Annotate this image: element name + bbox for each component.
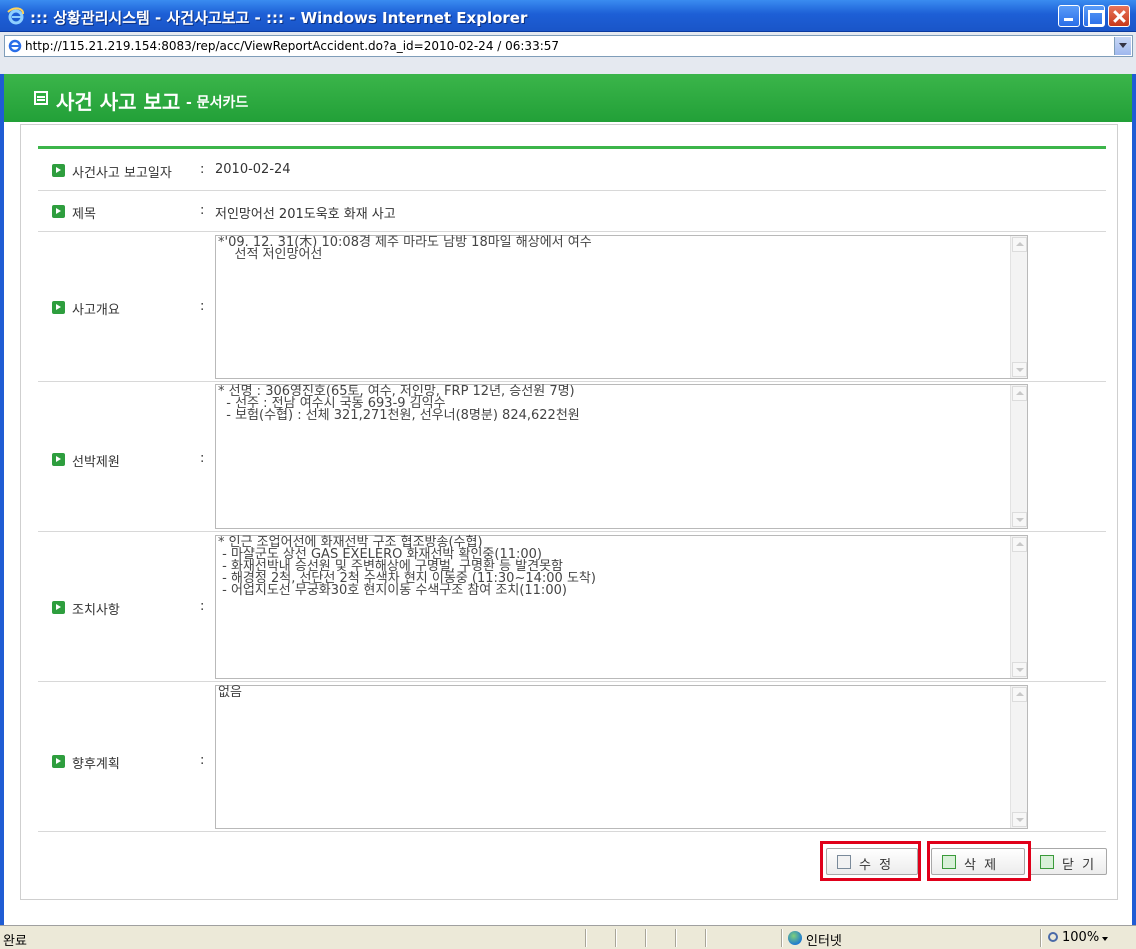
close-window-button[interactable]	[1108, 5, 1130, 27]
url-field[interactable]: http://115.21.219.154:8083/rep/acc/ViewR…	[4, 35, 1133, 57]
address-bar: http://115.21.219.154:8083/rep/acc/ViewR…	[0, 32, 1136, 74]
status-separator	[675, 929, 677, 947]
textarea-vessel[interactable]: * 선명 : 306영진호(65토, 여수, 저인망, FRP 12년, 승선원…	[215, 384, 1028, 529]
status-separator	[645, 929, 647, 947]
status-separator	[615, 929, 617, 947]
bullet-arrow-icon	[52, 755, 65, 768]
internet-explorer-icon	[7, 7, 25, 25]
status-text: 완료	[3, 934, 27, 949]
window-frame-right	[1132, 74, 1136, 925]
scroll-up-arrow-icon[interactable]	[1012, 687, 1027, 702]
scrollbar[interactable]	[1010, 385, 1027, 528]
scroll-down-arrow-icon[interactable]	[1012, 362, 1027, 377]
bullet-arrow-icon	[52, 164, 65, 177]
scroll-down-arrow-icon[interactable]	[1012, 812, 1027, 827]
label-report-date: 사건사고 보고일자	[72, 166, 172, 181]
label-subject: 제목	[72, 207, 96, 222]
scroll-up-arrow-icon[interactable]	[1012, 237, 1027, 252]
actions-text: * 인근 조업어선에 화재선박 구조 협조방송(수협) - 마샬군도 상선 GA…	[218, 535, 596, 598]
bullet-arrow-icon	[52, 453, 65, 466]
window-title: ::: 상황관리시스템 - 사건사고보고 - ::: - Windows Int…	[30, 9, 528, 27]
page-title: 사건 사고 보고	[56, 90, 181, 114]
value-subject: 저인망어선 201도욱호 화재 사고	[215, 207, 396, 222]
label-plan: 향후계획	[72, 757, 120, 772]
label-summary: 사고개요	[72, 303, 120, 318]
colon: :	[200, 299, 205, 314]
edit-highlight-box	[820, 841, 921, 881]
document-icon	[34, 91, 48, 105]
value-report-date: 2010-02-24	[215, 162, 291, 177]
globe-icon	[788, 931, 802, 945]
scrollbar[interactable]	[1010, 686, 1027, 828]
zoom-icon	[1048, 932, 1058, 942]
vessel-text: * 선명 : 306영진호(65토, 여수, 저인망, FRP 12년, 승선원…	[218, 384, 580, 423]
window-titlebar[interactable]: ::: 상황관리시스템 - 사건사고보고 - ::: - Windows Int…	[0, 0, 1136, 32]
window-frame-left	[0, 74, 4, 925]
row-subject: 제목 : 저인망어선 201도욱호 화재 사고	[38, 191, 1106, 232]
page-subtitle: - 문서카드	[186, 95, 249, 111]
status-separator	[781, 929, 783, 947]
colon: :	[200, 599, 205, 614]
address-dropdown-button[interactable]	[1114, 37, 1131, 55]
close-button-label: 닫 기	[1062, 858, 1097, 873]
textarea-summary[interactable]: *'09. 12. 31(木) 10:08경 제주 마라도 남방 18마일 해상…	[215, 235, 1028, 379]
label-vessel: 선박제원	[72, 455, 120, 470]
scroll-up-arrow-icon[interactable]	[1012, 537, 1027, 552]
bullet-arrow-icon	[52, 205, 65, 218]
scrollbar[interactable]	[1010, 236, 1027, 378]
page-header: 사건 사고 보고 - 문서카드	[4, 74, 1132, 122]
plan-text: 없음	[218, 685, 242, 700]
scroll-down-arrow-icon[interactable]	[1012, 512, 1027, 527]
label-actions: 조치사항	[72, 603, 120, 618]
zoom-dropdown-icon[interactable]	[1102, 937, 1108, 941]
colon: :	[200, 203, 205, 218]
zoom-level[interactable]: 100%	[1062, 930, 1099, 945]
row-summary: 사고개요 : *'09. 12. 31(木) 10:08경 제주 마라도 남방 …	[38, 232, 1106, 382]
status-separator	[585, 929, 587, 947]
scrollbar[interactable]	[1010, 536, 1027, 678]
close-doc-icon	[1040, 855, 1054, 869]
status-separator	[1040, 929, 1042, 947]
row-plan: 향후계획 : 없음	[38, 682, 1106, 832]
status-bar: 완료 인터넷 100%	[0, 925, 1136, 949]
bullet-arrow-icon	[52, 301, 65, 314]
colon: :	[200, 753, 205, 768]
row-actions: 조치사항 : * 인근 조업어선에 화재선박 구조 협조방송(수협) - 마샬군…	[38, 532, 1106, 682]
page-icon	[8, 39, 22, 53]
status-separator	[705, 929, 707, 947]
scroll-up-arrow-icon[interactable]	[1012, 386, 1027, 401]
summary-text: *'09. 12. 31(木) 10:08경 제주 마라도 남방 18마일 해상…	[218, 235, 592, 262]
security-zone: 인터넷	[806, 934, 842, 949]
colon: :	[200, 451, 205, 466]
scroll-down-arrow-icon[interactable]	[1012, 662, 1027, 677]
row-report-date: 사건사고 보고일자 : 2010-02-24	[38, 149, 1106, 191]
textarea-plan[interactable]: 없음	[215, 685, 1028, 829]
url-text: http://115.21.219.154:8083/rep/acc/ViewR…	[25, 39, 560, 53]
maximize-button[interactable]	[1083, 5, 1105, 27]
row-vessel: 선박제원 : * 선명 : 306영진호(65토, 여수, 저인망, FRP 1…	[38, 382, 1106, 532]
close-button[interactable]: 닫 기	[1029, 848, 1107, 875]
textarea-actions[interactable]: * 인근 조업어선에 화재선박 구조 협조방송(수협) - 마샬군도 상선 GA…	[215, 535, 1028, 679]
bullet-arrow-icon	[52, 601, 65, 614]
colon: :	[200, 162, 205, 177]
minimize-button[interactable]	[1058, 5, 1080, 27]
delete-highlight-box	[927, 841, 1031, 881]
